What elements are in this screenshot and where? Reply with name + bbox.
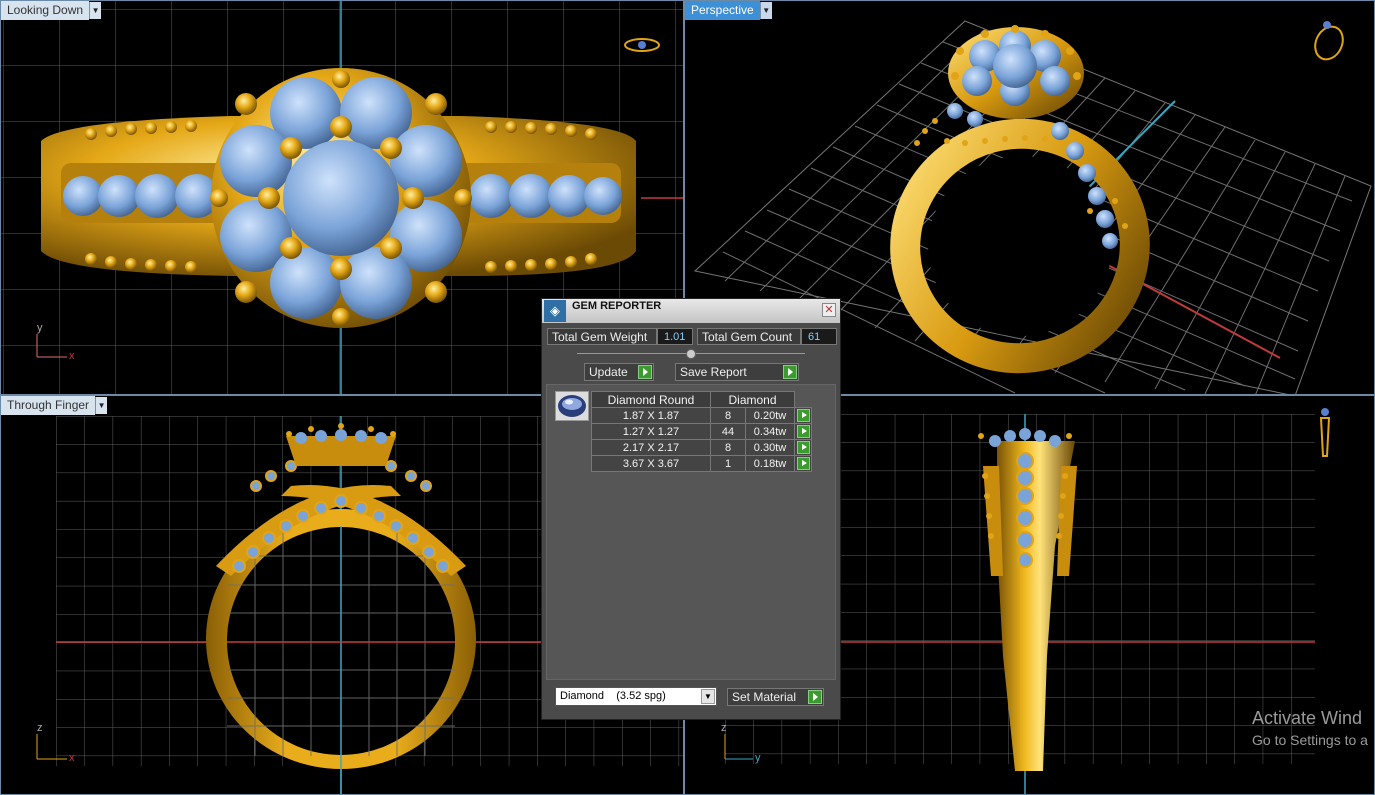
total-gem-count-label: Total Gem Count: [697, 328, 801, 345]
column-header-material: Diamond: [710, 391, 795, 408]
viewport-label-perspective[interactable]: Perspective ▼: [685, 1, 772, 20]
chevron-down-icon[interactable]: ▼: [95, 397, 108, 414]
gem-table: Diamond Round Diamond 1.87 X 1.87 8 0.20…: [591, 391, 812, 472]
chevron-down-icon[interactable]: ▼: [701, 689, 715, 704]
select-gem-arrow-icon[interactable]: [796, 457, 810, 470]
column-header-shape: Diamond Round: [591, 391, 711, 408]
play-arrow-icon: [783, 365, 797, 379]
material-select[interactable]: Diamond (3.52 spg) ▼: [555, 687, 717, 706]
table-row[interactable]: 2.17 X 2.17 8 0.30tw: [591, 439, 812, 456]
side-gems-right: [469, 174, 622, 218]
gem-reporter-panel[interactable]: ◈ GEM REPORTER ✕ Total Gem Weight 1.01 T…: [541, 298, 841, 720]
svg-text:y: y: [755, 752, 761, 764]
set-material-button[interactable]: Set Material: [727, 688, 824, 706]
table-row[interactable]: 1.87 X 1.87 8 0.20tw: [591, 407, 812, 424]
table-row[interactable]: 1.27 X 1.27 44 0.34tw: [591, 423, 812, 440]
select-gem-arrow-icon[interactable]: [796, 441, 810, 454]
viewport-label-through-finger[interactable]: Through Finger ▼: [1, 396, 108, 415]
gem-list[interactable]: Diamond Round Diamond 1.87 X 1.87 8 0.20…: [546, 384, 836, 680]
ring-orientation-icon: [1314, 21, 1344, 61]
total-gem-weight-label: Total Gem Weight: [547, 328, 657, 345]
round-diamond-icon: [555, 391, 589, 421]
total-gem-weight-value: 1.01: [657, 328, 693, 345]
svg-text:x: x: [69, 752, 75, 764]
splitter-handle-icon[interactable]: [686, 349, 696, 359]
play-arrow-icon: [638, 365, 652, 379]
svg-text:z: z: [37, 722, 43, 734]
ring-orientation-icon: [1319, 408, 1331, 457]
play-arrow-icon: [808, 690, 822, 704]
gem-reporter-titlebar[interactable]: ◈ GEM REPORTER ✕: [542, 299, 840, 323]
svg-text:y: y: [37, 322, 43, 334]
select-gem-arrow-icon[interactable]: [796, 425, 810, 438]
viewport-label-looking-down[interactable]: Looking Down ▼: [1, 1, 102, 20]
chevron-down-icon[interactable]: ▼: [89, 2, 102, 19]
save-report-button[interactable]: Save Report: [675, 363, 799, 381]
center-gem: [283, 140, 399, 256]
gem-table-header: Diamond Round Diamond: [591, 391, 812, 408]
gem-reporter-title: GEM REPORTER: [572, 300, 662, 312]
chevron-down-icon[interactable]: ▼: [759, 2, 772, 19]
svg-text:z: z: [721, 722, 727, 734]
svg-text:x: x: [69, 350, 75, 362]
close-icon[interactable]: ✕: [822, 303, 836, 317]
activate-windows-watermark: Activate Wind Go to Settings to a: [1252, 708, 1368, 748]
select-gem-arrow-icon[interactable]: [796, 409, 810, 422]
total-gem-count-value: 61: [801, 328, 837, 345]
gem-reporter-icon: ◈: [544, 300, 566, 322]
table-row[interactable]: 3.67 X 3.67 1 0.18tw: [591, 455, 812, 472]
update-button[interactable]: Update: [584, 363, 654, 381]
